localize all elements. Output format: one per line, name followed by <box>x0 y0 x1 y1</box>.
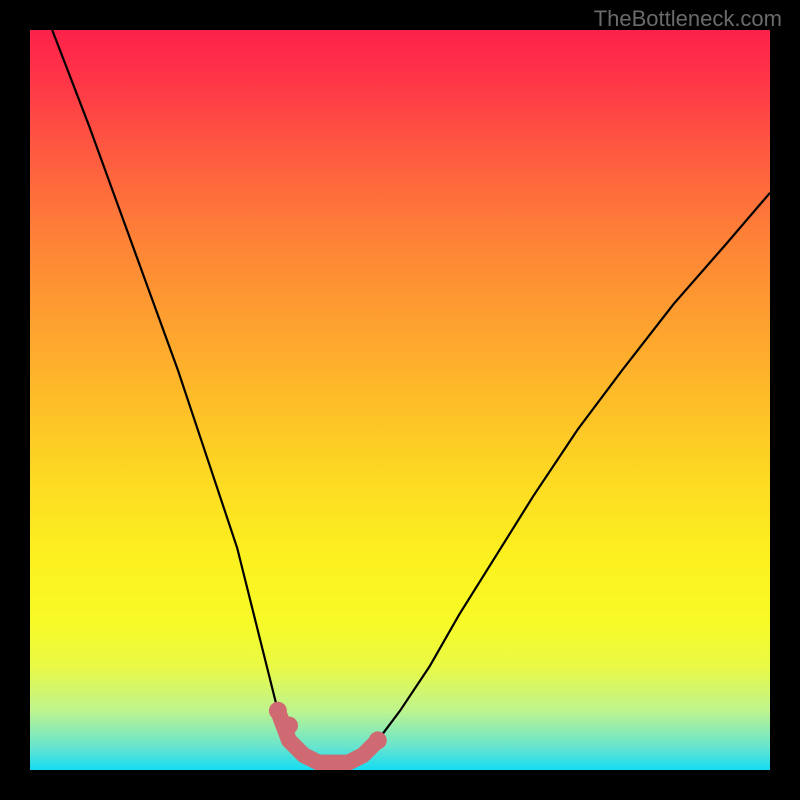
watermark-text: TheBottleneck.com <box>594 6 782 32</box>
valley-marker <box>269 702 287 720</box>
valley-marker <box>369 731 387 749</box>
bottleneck-curve-svg <box>30 30 770 770</box>
bottleneck-curve <box>52 30 770 763</box>
curve-group <box>52 30 770 763</box>
valley-marker <box>280 717 298 735</box>
plot-area <box>30 30 770 770</box>
valley-highlight <box>269 702 387 763</box>
